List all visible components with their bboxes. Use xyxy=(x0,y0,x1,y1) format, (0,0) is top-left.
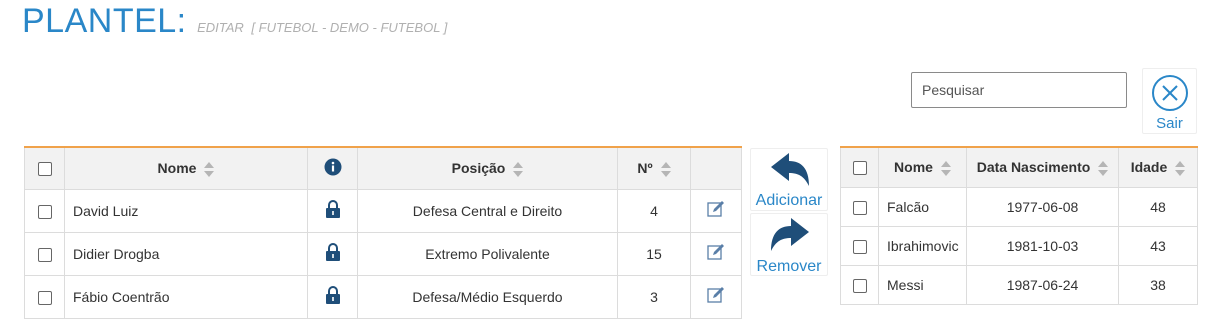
info-icon xyxy=(324,158,341,176)
edit-icon[interactable] xyxy=(707,200,725,218)
available-table-header: Nome Data Nascimento Idade xyxy=(840,146,1198,188)
player-position: Extremo Polivalente xyxy=(357,231,618,276)
player-name: Messi xyxy=(878,264,967,305)
remove-button-label: Remover xyxy=(756,258,822,275)
player-birth-date: 1977-06-08 xyxy=(966,186,1119,227)
player-name: Falcão xyxy=(878,186,967,227)
page-title: PLANTEL: xyxy=(22,2,187,40)
player-number: 4 xyxy=(617,188,691,233)
row-checkbox[interactable] xyxy=(37,204,52,219)
available-players-table: Nome Data Nascimento Idade Falcão 1977-0… xyxy=(840,146,1198,305)
table-row[interactable]: Didier Drogba Extremo Polivalente 15 xyxy=(24,231,742,276)
row-checkbox[interactable] xyxy=(852,200,867,215)
sort-icon xyxy=(660,161,671,177)
lock-icon xyxy=(325,243,340,261)
close-circle-icon xyxy=(1152,75,1188,111)
col-header-birth-date[interactable]: Data Nascimento xyxy=(966,146,1119,188)
player-position: Defesa Central e Direito xyxy=(357,188,618,233)
add-button-label: Adicionar xyxy=(755,192,823,209)
player-name: Fábio Coentrão xyxy=(64,274,308,319)
table-row[interactable]: Falcão 1977-06-08 48 xyxy=(840,186,1198,227)
player-age: 38 xyxy=(1118,264,1198,305)
squad-table: Nome Posição Nº David Luiz Defesa Centra… xyxy=(24,146,742,319)
col-header-name[interactable]: Nome xyxy=(64,146,308,190)
player-name: Didier Drogba xyxy=(64,231,308,276)
table-row[interactable]: Messi 1987-06-24 38 xyxy=(840,264,1198,305)
sort-icon xyxy=(513,161,524,177)
col-header-position[interactable]: Posição xyxy=(357,146,618,190)
select-all-checkbox[interactable] xyxy=(852,161,867,176)
table-row[interactable]: Fábio Coentrão Defesa/Médio Esquerdo 3 xyxy=(24,274,742,319)
page-mode: EDITAR xyxy=(197,20,244,35)
player-birth-date: 1987-06-24 xyxy=(966,264,1119,305)
edit-icon[interactable] xyxy=(707,286,725,304)
row-checkbox[interactable] xyxy=(37,290,52,305)
player-birth-date: 1981-10-03 xyxy=(966,225,1119,266)
exit-button[interactable]: Sair xyxy=(1142,68,1197,134)
lock-icon xyxy=(325,200,340,218)
player-number: 3 xyxy=(617,274,691,319)
edit-icon[interactable] xyxy=(707,243,725,261)
add-button[interactable]: Adicionar xyxy=(750,148,828,211)
page-subtitle: EDITAR [ FUTEBOL - DEMO - FUTEBOL ] xyxy=(197,20,447,35)
lock-icon xyxy=(325,286,340,304)
player-name: David Luiz xyxy=(64,188,308,233)
sort-icon xyxy=(1098,160,1109,176)
sort-icon xyxy=(204,161,215,177)
select-all-cell xyxy=(840,146,879,188)
page-context: [ FUTEBOL - DEMO - FUTEBOL ] xyxy=(251,20,448,35)
col-header-info xyxy=(307,146,358,190)
page-header: PLANTEL: EDITAR [ FUTEBOL - DEMO - FUTEB… xyxy=(22,2,447,41)
table-row[interactable]: David Luiz Defesa Central e Direito 4 xyxy=(24,188,742,233)
player-age: 48 xyxy=(1118,186,1198,227)
sort-icon xyxy=(1175,160,1186,176)
player-age: 43 xyxy=(1118,225,1198,266)
select-all-cell xyxy=(24,146,65,190)
search-input[interactable] xyxy=(911,72,1127,108)
col-header-edit xyxy=(690,146,742,190)
forward-arrow-icon xyxy=(771,218,809,251)
col-header-number[interactable]: Nº xyxy=(617,146,691,190)
row-checkbox[interactable] xyxy=(852,278,867,293)
player-name: Ibrahimovic xyxy=(878,225,967,266)
table-row[interactable]: Ibrahimovic 1981-10-03 43 xyxy=(840,225,1198,266)
reply-arrow-icon xyxy=(771,153,809,186)
select-all-checkbox[interactable] xyxy=(37,162,52,177)
col-header-name[interactable]: Nome xyxy=(878,146,967,188)
remove-button[interactable]: Remover xyxy=(750,213,828,276)
row-checkbox[interactable] xyxy=(852,239,867,254)
exit-button-label: Sair xyxy=(1156,115,1183,132)
squad-table-header: Nome Posição Nº xyxy=(24,146,742,190)
player-position: Defesa/Médio Esquerdo xyxy=(357,274,618,319)
player-number: 15 xyxy=(617,231,691,276)
sort-icon xyxy=(940,160,951,176)
col-header-age[interactable]: Idade xyxy=(1118,146,1198,188)
row-checkbox[interactable] xyxy=(37,247,52,262)
